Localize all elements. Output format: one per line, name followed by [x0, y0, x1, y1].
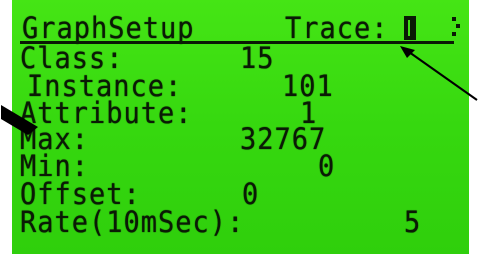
- trace-value: [408, 20, 410, 36]
- rate-value[interactable]: 5: [404, 208, 421, 237]
- callout-arrow-left-icon: [1, 105, 38, 135]
- min-label: Min:: [20, 149, 90, 184]
- offset-label: Offset:: [20, 177, 141, 212]
- trace-selector-cursor[interactable]: [404, 16, 416, 40]
- side-marker-top: [452, 17, 456, 21]
- min-value[interactable]: 0: [318, 152, 335, 181]
- max-value[interactable]: 32767: [240, 125, 326, 154]
- trace-label: Trace:: [285, 11, 389, 46]
- lcd-screen: GraphSetup Trace: Class: 15 Instance: 10…: [12, 0, 469, 254]
- offset-value[interactable]: 0: [242, 180, 259, 209]
- side-marker-bottom: [452, 32, 456, 36]
- class-value[interactable]: 15: [240, 44, 275, 73]
- screen-title: GraphSetup: [22, 11, 195, 46]
- side-marker-mid: [456, 24, 460, 28]
- class-label: Class:: [20, 41, 124, 76]
- rate-label: Rate(10mSec):: [20, 205, 245, 240]
- callout-arrow-right-icon: [400, 46, 478, 101]
